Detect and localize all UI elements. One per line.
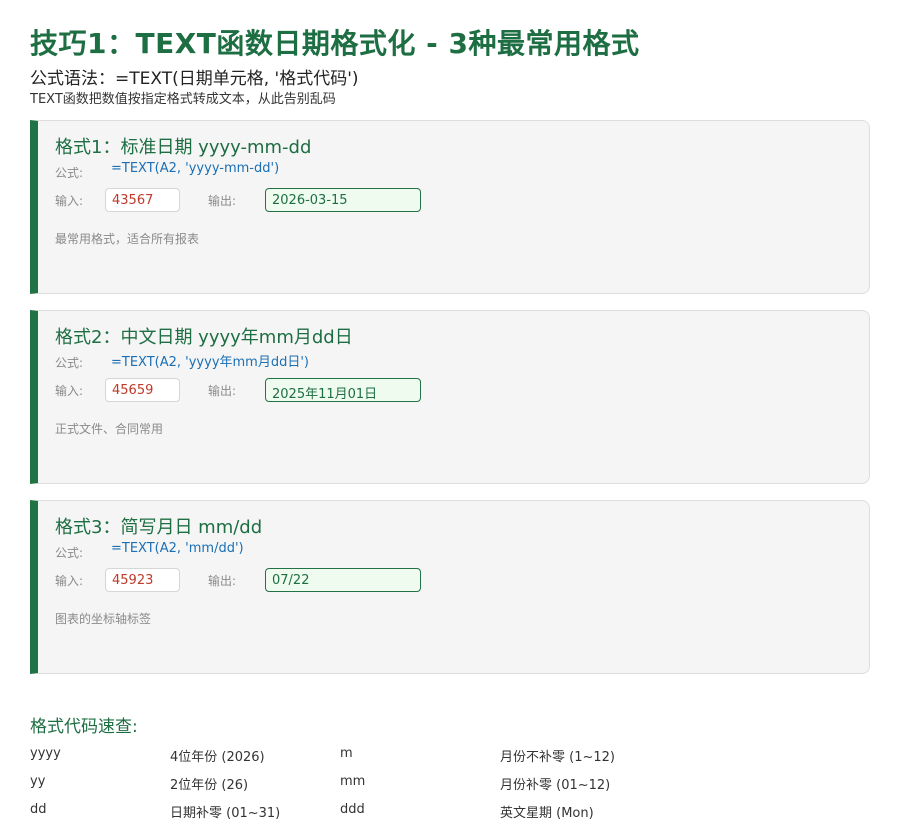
input-label: 输入: xyxy=(55,574,84,588)
format-code: yy xyxy=(30,774,46,789)
format-card-1: 格式1：标准日期 yyyy-mm-dd 公式: =TEXT(A2, 'yyyy-… xyxy=(30,120,870,294)
format-desc: 月份补零 (01~12) xyxy=(500,778,611,793)
format-desc: 2位年份 (26) xyxy=(170,778,249,793)
format-desc: 月份不补零 (1~12) xyxy=(500,750,615,765)
format-code: dd xyxy=(30,802,47,817)
formula-text: =TEXT(A2, 'mm/dd') xyxy=(111,541,244,556)
format-card-3: 格式3：简写月日 mm/dd 公式: =TEXT(A2, 'mm/dd') 输入… xyxy=(30,500,870,674)
card-title: 格式2：中文日期 yyyy年mm月dd日 xyxy=(55,327,353,348)
card-note: 最常用格式，适合所有报表 xyxy=(55,232,200,246)
format-desc: 4位年份 (2026) xyxy=(170,750,265,765)
input-label: 输入: xyxy=(55,384,84,398)
reference-row: yy 2位年份 (26) mm 月份补零 (01~12) xyxy=(30,774,870,796)
format-code: yyyy xyxy=(30,746,61,761)
format-code: mm xyxy=(340,774,366,789)
input-value: 43567 xyxy=(105,188,180,212)
input-value: 45923 xyxy=(105,568,180,592)
input-label: 输入: xyxy=(55,194,84,208)
formula-label: 公式: xyxy=(55,166,84,180)
format-card-2: 格式2：中文日期 yyyy年mm月dd日 公式: =TEXT(A2, 'yyyy… xyxy=(30,310,870,484)
page-title: 技巧1：TEXT函数日期格式化 - 3种最常用格式 xyxy=(30,27,640,60)
output-label: 输出: xyxy=(208,574,237,588)
page-subtitle: TEXT函数把数值按指定格式转成文本，从此告别乱码 xyxy=(30,92,336,107)
reference-row: yyyy 4位年份 (2026) m 月份不补零 (1~12) xyxy=(30,746,870,768)
format-desc: 日期补零 (01~31) xyxy=(170,806,281,821)
format-code: m xyxy=(340,746,353,761)
card-title: 格式1：标准日期 yyyy-mm-dd xyxy=(55,137,312,158)
format-code: ddd xyxy=(340,802,365,817)
formula-label: 公式: xyxy=(55,546,84,560)
input-value: 45659 xyxy=(105,378,180,402)
card-title: 格式3：简写月日 mm/dd xyxy=(55,517,263,538)
formula-text: =TEXT(A2, 'yyyy年mm月dd日') xyxy=(111,355,309,370)
reference-title: 格式代码速查: xyxy=(30,717,138,737)
card-note: 正式文件、合同常用 xyxy=(55,422,164,436)
output-value: 2025年11月01日 xyxy=(265,378,421,402)
syntax-line: 公式语法：=TEXT(日期单元格, '格式代码') xyxy=(30,64,359,89)
card-note: 图表的坐标轴标签 xyxy=(55,612,152,626)
output-label: 输出: xyxy=(208,194,237,208)
output-value: 07/22 xyxy=(265,568,421,592)
syntax-formula: =TEXT(日期单元格, '格式代码') xyxy=(115,69,359,89)
formula-label: 公式: xyxy=(55,356,84,370)
format-desc: 英文星期 (Mon) xyxy=(500,806,594,821)
reference-row: dd 日期补零 (01~31) ddd 英文星期 (Mon) xyxy=(30,802,870,824)
output-label: 输出: xyxy=(208,384,237,398)
formula-text: =TEXT(A2, 'yyyy-mm-dd') xyxy=(111,161,280,176)
syntax-label: 公式语法： xyxy=(30,69,115,89)
output-value: 2026-03-15 xyxy=(265,188,421,212)
